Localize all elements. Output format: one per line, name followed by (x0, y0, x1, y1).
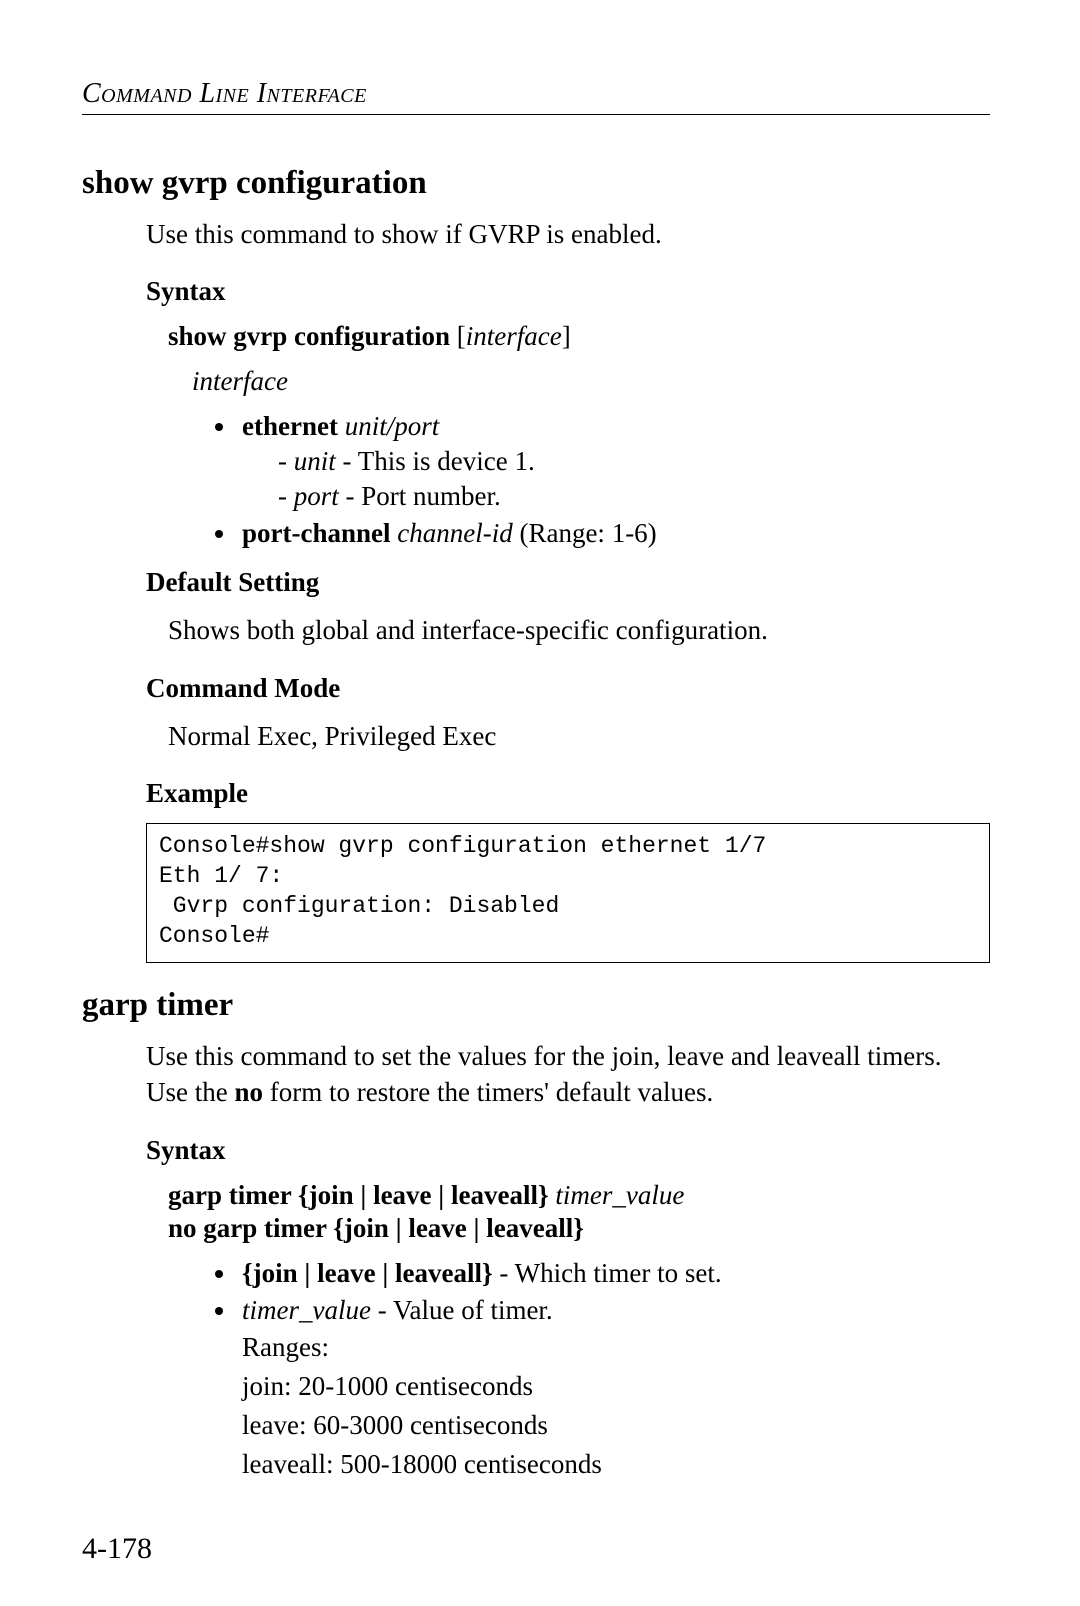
garp-timer-options: {join | leave | leaveall} (291, 1180, 548, 1210)
syntax-bracket-close: ] (562, 321, 571, 351)
section-body: Use this command to set the values for t… (146, 1038, 990, 1484)
param-interface-label: interface (192, 366, 990, 397)
garp-timer-cmd: garp timer (168, 1180, 291, 1210)
default-setting-heading: Default Setting (146, 567, 990, 598)
default-setting-text: Shows both global and interface-specific… (168, 612, 990, 648)
section-title-show-gvrp: show gvrp configuration (82, 165, 990, 202)
unit-desc: - This is device 1. (336, 446, 535, 476)
page: Command Line Interface show gvrp configu… (0, 0, 1080, 1606)
syntax-block: show gvrp configuration [interface] inte… (168, 321, 990, 549)
intro-no-bold: no (234, 1077, 263, 1107)
garp-timer-value: timer_value (549, 1180, 685, 1210)
syntax-cmd-bold: show gvrp configuration (168, 321, 450, 351)
port-channel-range: (Range: 1-6) (513, 518, 657, 548)
syntax-bracket-open: [ (450, 321, 466, 351)
bullet-timer-value: timer_value - Value of timer. Ranges: jo… (238, 1295, 990, 1485)
dash-unit: unit - This is device 1. (278, 446, 990, 477)
range-join: join: 20-1000 centiseconds (242, 1367, 990, 1406)
page-number: 4-178 (82, 1532, 990, 1566)
port-channel-arg: channel-id (391, 518, 513, 548)
ranges-block: Ranges: join: 20-1000 centiseconds leave… (242, 1328, 990, 1485)
syntax-line-2: no garp timer {join | leave | leaveall} (168, 1213, 990, 1244)
port-desc: - Port number. (339, 481, 501, 511)
timer-value-ital: timer_value (242, 1295, 371, 1325)
syntax-line-1: garp timer {join | leave | leaveall} tim… (168, 1180, 990, 1211)
unit-ital: unit (294, 446, 336, 476)
section-title-garp-timer: garp timer (82, 987, 990, 1024)
timer-value-desc: - Value of timer. (371, 1295, 553, 1325)
port-channel-keyword: port-channel (242, 518, 391, 548)
port-ital: port (294, 481, 339, 511)
syntax-block: garp timer {join | leave | leaveall} tim… (168, 1180, 990, 1485)
ethernet-sublist: unit - This is device 1. port - Port num… (242, 446, 990, 512)
ethernet-args: unit/port (338, 411, 439, 441)
header-rule (82, 114, 990, 115)
example-heading: Example (146, 778, 990, 809)
section-body: Use this command to show if GVRP is enab… (146, 216, 990, 963)
range-leaveall: leaveall: 500-18000 centiseconds (242, 1445, 990, 1484)
command-mode-heading: Command Mode (146, 673, 990, 704)
param-bullet-list: ethernet unit/port unit - This is device… (168, 411, 990, 549)
running-header: Command Line Interface (82, 78, 990, 110)
which-timer-desc: - Which timer to set. (493, 1258, 722, 1288)
garp-bullet-list: {join | leave | leaveall} - Which timer … (168, 1258, 990, 1485)
which-timer-bold: {join | leave | leaveall} (242, 1258, 493, 1288)
syntax-command: show gvrp configuration [interface] (168, 321, 990, 352)
bullet-which-timer: {join | leave | leaveall} - Which timer … (238, 1258, 990, 1289)
example-code-block: Console#show gvrp configuration ethernet… (146, 823, 990, 963)
ethernet-keyword: ethernet (242, 411, 338, 441)
syntax-heading: Syntax (146, 1135, 990, 1166)
no-garp-timer-cmd: no garp timer {join | leave | leaveall} (168, 1213, 584, 1243)
syntax-heading: Syntax (146, 276, 990, 307)
ranges-label: Ranges: (242, 1328, 990, 1367)
bullet-port-channel: port-channel channel-id (Range: 1-6) (238, 518, 990, 549)
intro-paragraph: Use this command to show if GVRP is enab… (146, 216, 990, 252)
intro-paragraph: Use this command to set the values for t… (146, 1038, 990, 1111)
range-leave: leave: 60-3000 centiseconds (242, 1406, 990, 1445)
dash-port: port - Port number. (278, 481, 990, 512)
syntax-param: interface (466, 321, 562, 351)
intro-post: form to restore the timers' default valu… (263, 1077, 713, 1107)
command-mode-text: Normal Exec, Privileged Exec (168, 718, 990, 754)
bullet-ethernet: ethernet unit/port unit - This is device… (238, 411, 990, 512)
